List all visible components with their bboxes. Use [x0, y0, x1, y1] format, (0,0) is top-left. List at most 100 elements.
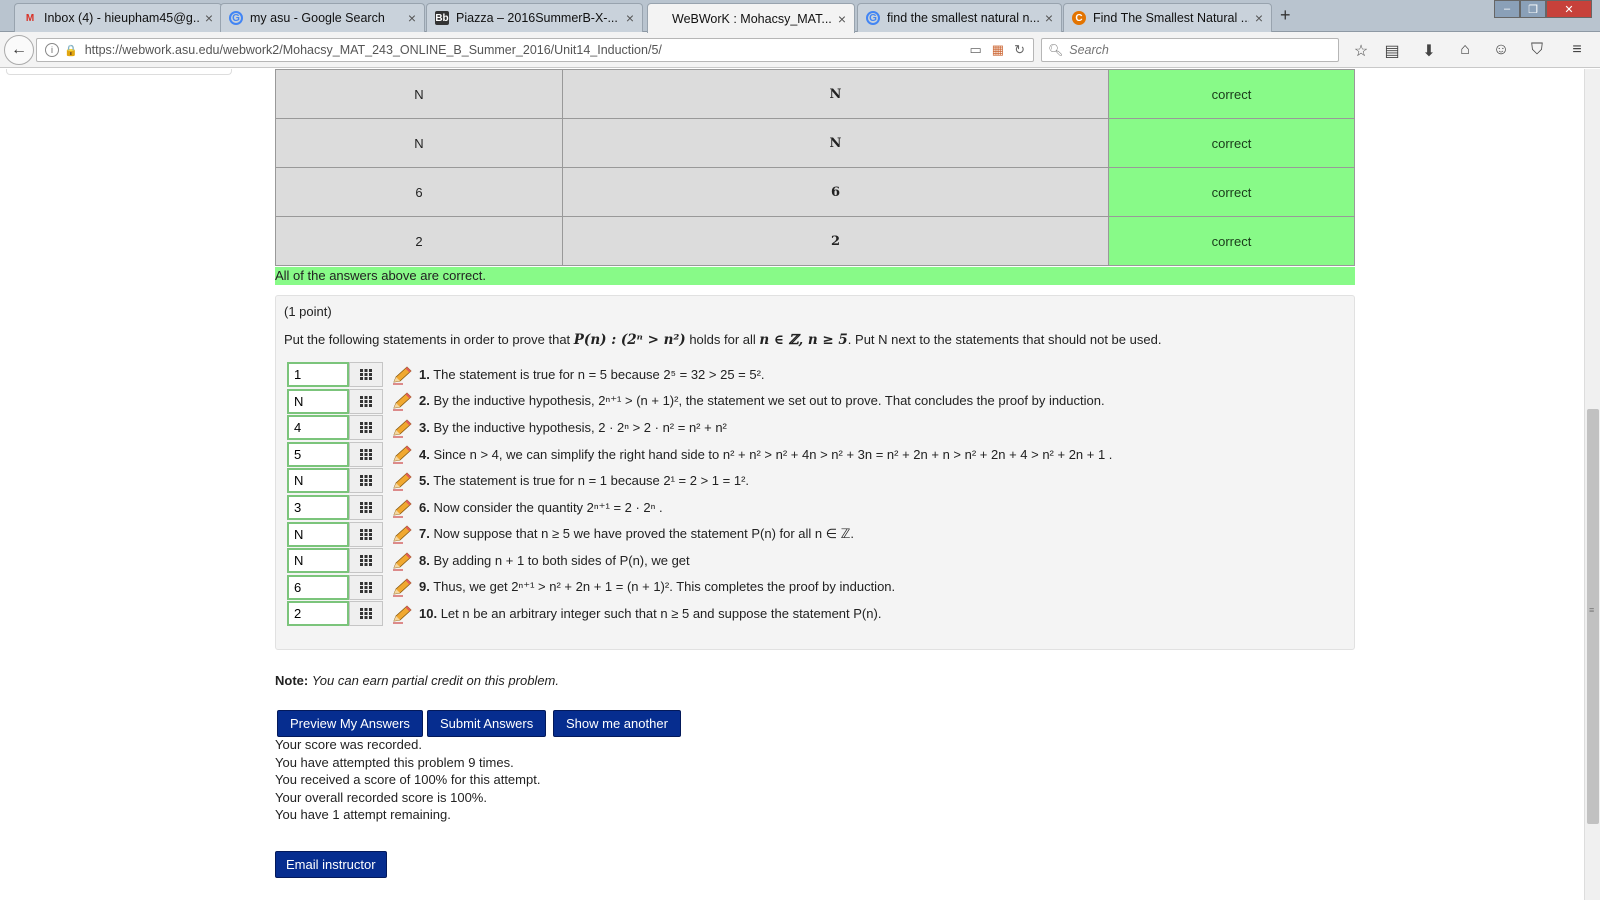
answer-grid-icon[interactable]	[349, 362, 383, 387]
instructions-mid: holds for all	[685, 332, 760, 347]
url-text[interactable]: https://webwork.asu.edu/webwork2/Mohacsy…	[85, 43, 970, 57]
address-bar[interactable]: i 🔒 https://webwork.asu.edu/webwork2/Moh…	[36, 38, 1034, 62]
score-message: You have attempted this problem 9 times.	[275, 754, 514, 770]
chat-icon[interactable]: ☺	[1490, 41, 1512, 59]
show-another-button[interactable]: Show me another	[553, 710, 681, 737]
window-close-icon[interactable]: ✕	[1546, 0, 1592, 18]
submit-answers-button[interactable]: Submit Answers	[427, 710, 547, 737]
info-icon[interactable]: i	[45, 43, 59, 57]
pencil-icon	[391, 444, 413, 464]
statement-body: Now consider the quantity 2ⁿ⁺¹ = 2 · 2ⁿ …	[433, 499, 663, 515]
entered-cell: N	[275, 118, 563, 168]
entered-cell: 2	[275, 216, 563, 266]
tab-close-icon[interactable]: ×	[1255, 10, 1263, 26]
maximize-icon[interactable]: ❐	[1520, 0, 1546, 18]
order-answer-input[interactable]	[287, 601, 349, 627]
sidebar-panel	[6, 69, 232, 75]
answer-grid-icon[interactable]	[349, 548, 383, 574]
download-icon[interactable]: ⬇	[1418, 41, 1440, 61]
pencil-icon	[391, 604, 413, 624]
results-row: N Ncorrect	[275, 118, 1355, 168]
tab-close-icon[interactable]: ×	[408, 10, 416, 26]
reader-view-icon[interactable]: ▭	[970, 42, 982, 58]
answer-grid-icon[interactable]	[349, 388, 383, 414]
note: Note: You can earn partial credit on thi…	[275, 673, 559, 688]
statement-text: 5. The statement is true for n = 1 becau…	[419, 473, 749, 488]
statement-body: The statement is true for n = 1 because …	[433, 473, 750, 489]
tab-close-icon[interactable]: ×	[205, 10, 213, 26]
note-label: Note:	[275, 673, 309, 688]
answer-grid-icon[interactable]	[349, 415, 383, 441]
search-input[interactable]	[1069, 43, 1310, 57]
reload-icon[interactable]: ↻	[1014, 42, 1025, 58]
answer-row: 10. Let n be an arbitrary integer such t…	[287, 601, 881, 627]
pencil-icon	[391, 498, 413, 518]
bookmark-star-icon[interactable]: ☆	[1350, 41, 1372, 61]
search-bar[interactable]: 🔍︎	[1041, 38, 1339, 62]
order-answer-input[interactable]	[287, 362, 349, 387]
back-arrow-icon[interactable]: ←	[4, 35, 34, 65]
preview-answers-button[interactable]: Preview My Answers	[277, 710, 423, 737]
order-answer-input[interactable]	[287, 521, 349, 547]
tab-strip: M Inbox (4) - hieupham45@g... × G my asu…	[0, 0, 1600, 33]
answer-row: 7. Now suppose that n ≥ 5 we have proved…	[287, 521, 854, 547]
statement-text: 2. By the inductive hypothesis, 2ⁿ⁺¹ > (…	[419, 393, 1105, 409]
order-answer-input[interactable]	[287, 388, 349, 414]
tab-piazza[interactable]: Bb Piazza – 2016SummerB-X-... ×	[426, 3, 643, 32]
statement-number: 3.	[419, 420, 430, 436]
statement-body: By adding n + 1 to both sides of P(n), w…	[433, 553, 690, 569]
tab-close-icon[interactable]: ×	[1045, 10, 1053, 26]
answer-row: 3. By the inductive hypothesis, 2 · 2ⁿ >…	[287, 415, 727, 441]
pocket-icon[interactable]: ⛉	[1526, 41, 1548, 59]
order-answer-input[interactable]	[287, 574, 349, 600]
statement-number: 6.	[419, 499, 430, 515]
minimize-icon[interactable]: –	[1494, 0, 1520, 18]
vertical-scrollbar[interactable]: ≡	[1584, 69, 1600, 900]
answer-grid-icon[interactable]	[349, 441, 383, 467]
result-cell: correct	[1108, 69, 1355, 119]
answer-row: 8. By adding n + 1 to both sides of P(n)…	[287, 548, 690, 574]
statement-body: The statement is true for n = 5 because …	[433, 367, 765, 382]
tab-find-smallest[interactable]: G find the smallest natural n... ×	[857, 3, 1062, 32]
extension-icon[interactable]: ▦	[992, 42, 1004, 58]
results-row: N Ncorrect	[275, 69, 1355, 119]
answer-grid-icon[interactable]	[349, 601, 383, 627]
answer-grid-icon[interactable]	[349, 468, 383, 494]
new-tab-icon[interactable]: +	[1280, 5, 1291, 26]
reading-list-icon[interactable]: ▤	[1381, 41, 1403, 61]
tab-gmail[interactable]: M Inbox (4) - hieupham45@g... ×	[14, 3, 222, 32]
order-answer-input[interactable]	[287, 495, 349, 520]
home-icon[interactable]: ⌂	[1454, 41, 1476, 59]
tab-close-icon[interactable]: ×	[838, 11, 846, 27]
statement-number: 4.	[419, 446, 430, 462]
result-cell: correct	[1108, 167, 1355, 217]
result-cell: correct	[1108, 216, 1355, 266]
statement-body: Thus, we get 2ⁿ⁺¹ > n² + 2n + 1 = (n + 1…	[433, 579, 896, 595]
tab-close-icon[interactable]: ×	[626, 10, 634, 26]
statement-text: 10. Let n be an arbitrary integer such t…	[419, 606, 881, 621]
pencil-icon	[391, 524, 413, 544]
preview-cell: N	[562, 118, 1109, 168]
tab-chegg[interactable]: C Find The Smallest Natural ... ×	[1063, 3, 1272, 32]
scrollbar-thumb[interactable]: ≡	[1587, 409, 1599, 824]
email-instructor-button[interactable]: Email instructor	[275, 851, 387, 878]
order-answer-input[interactable]	[287, 415, 349, 441]
lock-icon: 🔒	[64, 44, 78, 57]
all-correct-message: All of the answers above are correct.	[275, 267, 1355, 285]
problem-instructions: Put the following statements in order to…	[284, 332, 1161, 348]
statement-number: 2.	[419, 393, 430, 409]
answer-grid-icon[interactable]	[349, 495, 383, 520]
tab-google-search[interactable]: G my asu - Google Search ×	[220, 3, 425, 32]
answer-grid-icon[interactable]	[349, 574, 383, 600]
gmail-icon: M	[25, 12, 35, 24]
menu-icon[interactable]: ≡	[1566, 41, 1588, 59]
order-answer-input[interactable]	[287, 548, 349, 574]
tab-webwork[interactable]: WeBWorK : Mohacsy_MAT... ×	[647, 3, 855, 33]
entered-cell: 6	[275, 167, 563, 217]
order-answer-input[interactable]	[287, 441, 349, 467]
instructions-lead: Put the following statements in order to…	[284, 332, 574, 347]
statement-body: Let n be an arbitrary integer such that …	[440, 606, 882, 622]
instructions-math-claim: P(n) : (2ⁿ > n²)	[573, 332, 686, 348]
order-answer-input[interactable]	[287, 468, 349, 494]
answer-grid-icon[interactable]	[349, 521, 383, 547]
